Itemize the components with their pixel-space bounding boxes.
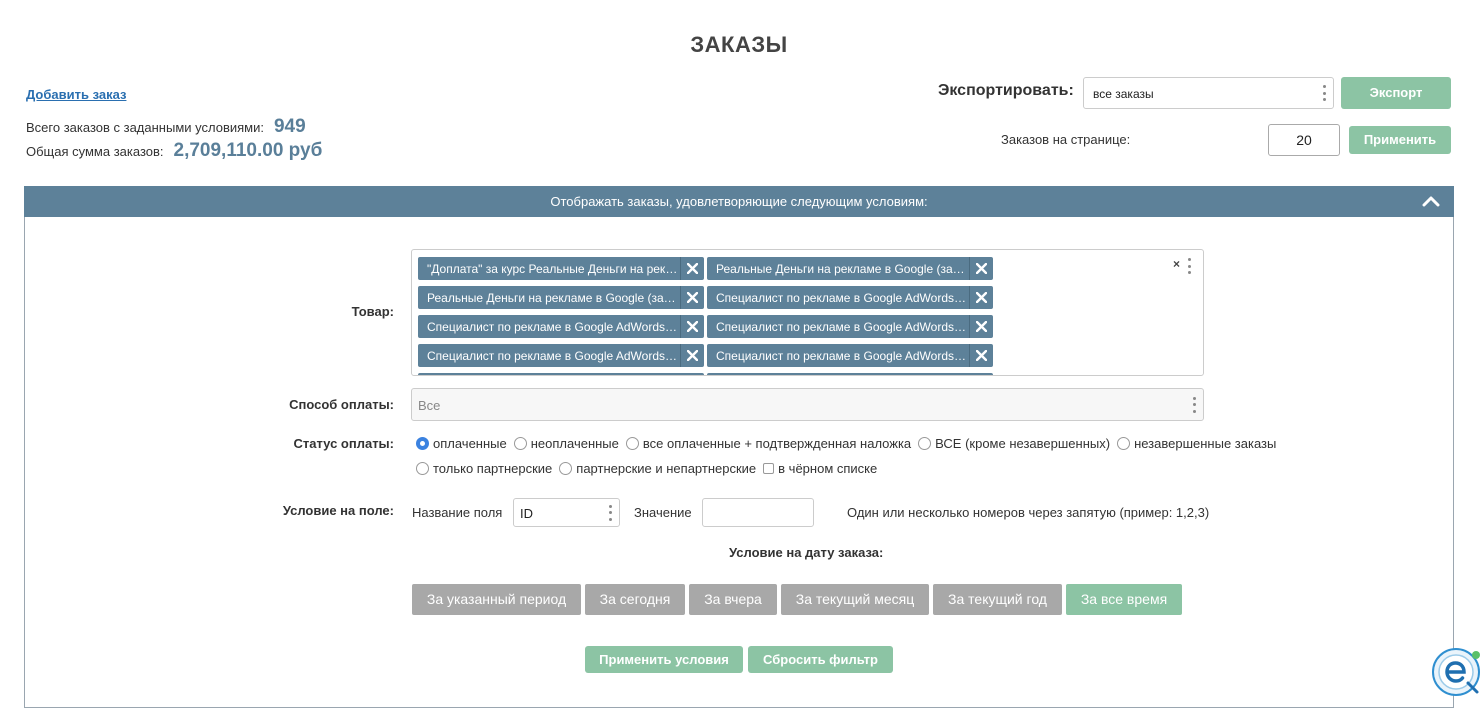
total-sum-value: 2,709,110.00 руб (173, 140, 323, 161)
product-tag-label: "Доплата" за курс Реальные Деньги на рек… (427, 261, 680, 276)
option-label: только партнерские (433, 461, 553, 476)
period-all-time-button[interactable]: За все время (1066, 584, 1182, 615)
date-condition-label: Условие на дату заказа: (729, 545, 884, 560)
dropdown-kebab-icon[interactable] (1187, 258, 1191, 274)
radio-icon[interactable] (416, 462, 429, 475)
remove-tag-icon[interactable] (680, 315, 704, 338)
product-tag-label: Специалист по рекламе в Google AdWords (… (716, 290, 969, 305)
radio-icon[interactable] (918, 437, 932, 450)
product-tag: Специалист по рекламе в Google AdWords (… (418, 315, 704, 338)
apply-conditions-button[interactable]: Применить условия (585, 646, 743, 673)
remove-tag-icon[interactable] (680, 344, 704, 367)
payment-status-row-1: оплаченные неоплаченные все оплаченные +… (416, 436, 1283, 451)
product-tag-label: Специалист по рекламе в Google AdWords (… (427, 348, 680, 363)
remove-tag-icon[interactable] (680, 286, 704, 309)
checkbox-icon[interactable] (763, 463, 775, 474)
product-tag-label: Реальные Деньги на рекламе в Google (зао… (427, 290, 680, 305)
radio-icon[interactable] (513, 437, 527, 450)
payment-status-row-2: только партнерские партнерские и непартн… (416, 461, 884, 476)
payment-method-value: Все (418, 398, 441, 413)
remove-tag-icon[interactable] (969, 344, 993, 367)
product-tag-label: Реальные Деньги на рекламе в Google (зао… (716, 261, 969, 276)
remove-tag-icon[interactable] (680, 257, 704, 280)
total-orders-value: 949 (273, 116, 306, 137)
per-page-label: Заказов на странице: (1001, 132, 1131, 147)
export-label: Экспортировать: (938, 82, 1074, 99)
orders-page: ЗАКАЗЫ Добавить заказ Всего заказов с за… (0, 0, 1482, 709)
status-option-incomplete[interactable]: незавершенные заказы (1117, 436, 1276, 451)
product-tag: Специалист по рекламе в Google AdWords (… (707, 315, 993, 338)
remove-tag-icon[interactable] (969, 257, 993, 280)
status-option-all-except-incomplete[interactable]: ВСЕ (кроме незавершенных) (918, 436, 1110, 451)
status-option-paid[interactable]: оплаченные (416, 436, 507, 451)
radio-icon[interactable] (559, 462, 573, 475)
field-name-label: Название поля (412, 505, 503, 520)
period-yesterday-button[interactable]: За вчера (689, 584, 777, 615)
period-today-button[interactable]: За сегодня (585, 584, 685, 615)
add-order-link[interactable]: Добавить заказ (26, 87, 126, 102)
filter-header[interactable]: Отображать заказы, удовлетворяющие следу… (24, 186, 1454, 217)
product-tag-label: Специалист по рекламе в Google AdWords (… (716, 319, 969, 334)
product-tag-partial (418, 373, 704, 375)
option-label: все оплаченные + подтвержденная наложка (642, 436, 912, 451)
support-chat-icon[interactable] (1430, 645, 1482, 697)
radio-selected-icon[interactable] (416, 437, 429, 450)
remove-tag-icon[interactable] (969, 286, 993, 309)
total-orders-label: Всего заказов с заданными условиями: (26, 120, 264, 135)
total-orders-stat: Всего заказов с заданными условиями: 949 (26, 116, 306, 138)
payment-status-label: Статус оплаты: (293, 436, 394, 451)
payment-method-select[interactable]: Все (411, 388, 1204, 421)
field-name-value: ID (520, 506, 533, 521)
value-input[interactable] (702, 498, 814, 527)
product-tag-label: Специалист по рекламе в Google AdWords (… (716, 348, 969, 363)
product-tag: Специалист по рекламе в Google AdWords (… (707, 344, 993, 367)
filter-header-text: Отображать заказы, удовлетворяющие следу… (550, 194, 928, 209)
option-label: партнерские и непартнерские (576, 461, 757, 476)
export-button[interactable]: Экспорт (1341, 77, 1451, 109)
clear-all-icon[interactable]: × (1173, 257, 1180, 271)
period-custom-button[interactable]: За указанный период (412, 584, 581, 615)
remove-tag-icon[interactable] (969, 315, 993, 338)
value-label: Значение (634, 505, 692, 520)
export-select-value: все заказы (1093, 87, 1154, 101)
option-label: незавершенные заказы (1134, 436, 1277, 451)
product-tag-partial (707, 373, 993, 375)
reset-filter-button[interactable]: Сбросить фильтр (748, 646, 893, 673)
product-multiselect[interactable]: "Доплата" за курс Реальные Деньги на рек… (411, 249, 1204, 376)
export-select[interactable]: все заказы (1083, 77, 1334, 109)
total-sum-label: Общая сумма заказов: (26, 144, 164, 159)
status-option-partners-and-non[interactable]: партнерские и непартнерские (559, 461, 756, 476)
per-page-apply-button[interactable]: Применить (1349, 126, 1451, 154)
status-option-unpaid[interactable]: неоплаченные (513, 436, 619, 451)
option-label: неоплаченные (530, 436, 619, 451)
status-option-all-paid-cod[interactable]: все оплаченные + подтвержденная наложка (625, 436, 912, 451)
blacklist-checkbox[interactable]: в чёрном списке (763, 461, 877, 476)
status-option-partners-only[interactable]: только партнерские (416, 461, 552, 476)
page-title: ЗАКАЗЫ (690, 32, 788, 57)
dropdown-kebab-icon (1322, 85, 1326, 101)
total-sum-stat: Общая сумма заказов: 2,709,110.00 руб (26, 140, 322, 162)
per-page-input[interactable]: 20 (1268, 124, 1340, 156)
option-label: оплаченные (433, 436, 507, 451)
period-month-button[interactable]: За текущий месяц (781, 584, 929, 615)
chevron-up-icon[interactable] (1422, 194, 1440, 208)
product-tag: Специалист по рекламе в Google AdWords (… (418, 344, 704, 367)
option-label: в чёрном списке (778, 461, 878, 476)
field-name-select[interactable]: ID (513, 498, 620, 527)
product-tag: Специалист по рекламе в Google AdWords (… (707, 286, 993, 309)
product-label: Товар: (351, 304, 394, 319)
payment-method-label: Способ оплаты: (289, 397, 394, 412)
product-tag-label: Специалист по рекламе в Google AdWords (… (427, 319, 680, 334)
product-tag: Реальные Деньги на рекламе в Google (зао… (707, 257, 993, 280)
field-condition-label: Условие на поле: (282, 503, 394, 518)
radio-icon[interactable] (1117, 437, 1131, 450)
dropdown-kebab-icon (608, 504, 612, 521)
radio-icon[interactable] (625, 437, 639, 450)
dropdown-kebab-icon (1192, 396, 1196, 413)
value-hint: Один или несколько номеров через запятую… (847, 505, 1210, 520)
product-tag: "Доплата" за курс Реальные Деньги на рек… (418, 257, 704, 280)
option-label: ВСЕ (кроме незавершенных) (935, 436, 1111, 451)
product-tag: Реальные Деньги на рекламе в Google (зао… (418, 286, 704, 309)
period-year-button[interactable]: За текущий год (933, 584, 1062, 615)
